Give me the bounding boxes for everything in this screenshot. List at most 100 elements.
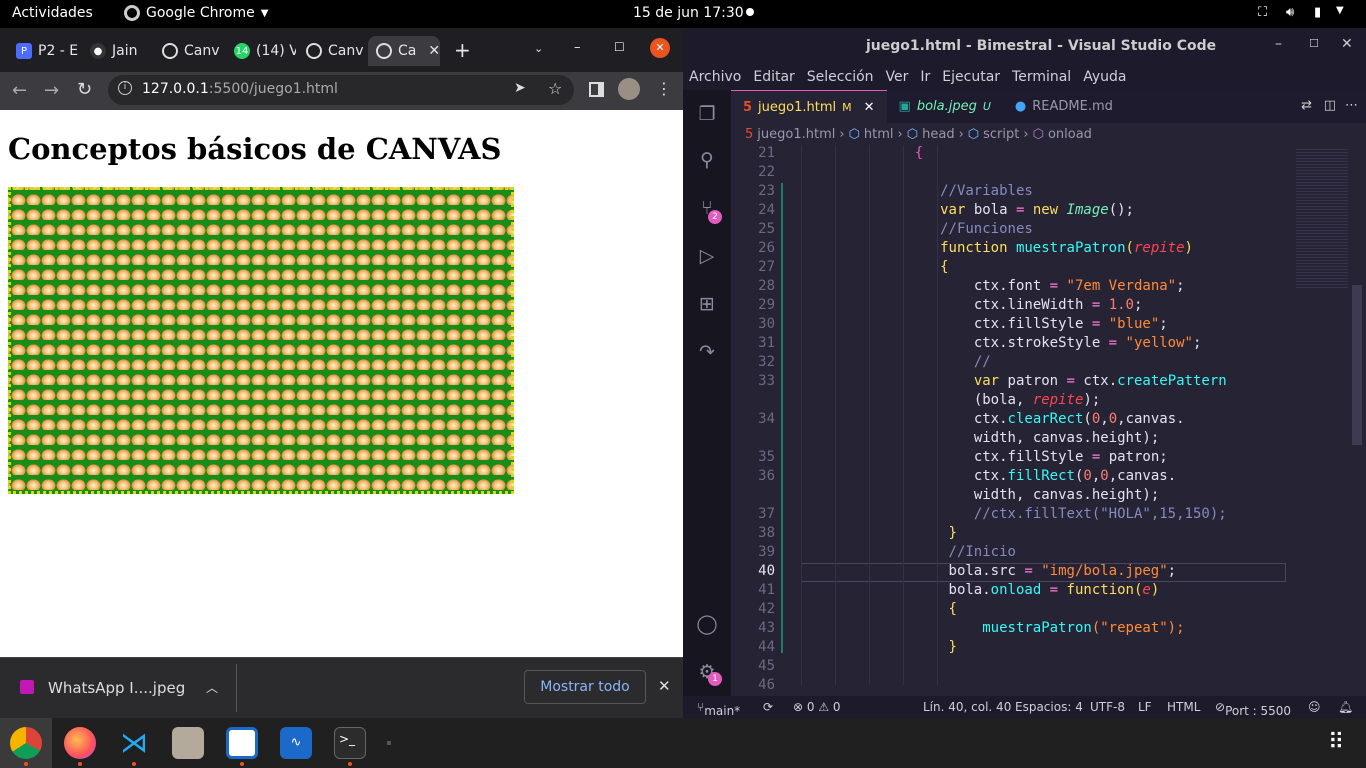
system-menu-caret-icon[interactable]: ▼ [1336,5,1344,16]
maximize-button[interactable]: ☐ [614,40,625,54]
side-panel-icon[interactable] [589,82,604,97]
site-info-icon[interactable]: i [118,81,132,95]
compare-changes-icon[interactable]: ⇄ [1301,98,1312,113]
code-line: //ctx.fillText("HOLA",15,150); [973,506,1227,522]
scrollbar-thumb[interactable] [1352,285,1362,445]
menu-bar: Archivo Editar Selección Ver Ir Ejecutar… [683,64,1366,90]
feedback-icon[interactable]: ☺ [1308,700,1321,714]
breadcrumb-item[interactable]: head [922,127,954,142]
browser-tab-2[interactable]: ● Jain [82,36,152,66]
menu-ejecutar[interactable]: Ejecutar [942,69,1000,85]
profile-avatar[interactable] [618,78,640,100]
breadcrumb-item[interactable]: script [983,127,1019,142]
reload-icon[interactable]: ↻ [77,79,92,100]
menu-ir[interactable]: Ir [920,69,930,85]
breadcrumb-item[interactable]: onload [1048,127,1092,142]
minimize-button[interactable]: – [1275,36,1282,52]
code-line: ctx.fillStyle = patron; [973,449,1168,465]
breadcrumb-item[interactable]: html [864,127,894,142]
extensions-icon[interactable]: ⊞ [695,292,719,316]
encoding[interactable]: UTF-8 [1090,700,1125,714]
terminal-dock-icon[interactable]: >_ [334,727,366,759]
git-branch[interactable]: ⑂ main* [697,700,740,718]
end-of-line[interactable]: LF [1138,700,1152,714]
menu-ayuda[interactable]: Ayuda [1083,69,1126,85]
battery-icon[interactable]: ▮ [1314,5,1321,20]
account-icon[interactable]: ◯ [695,612,719,636]
files-dock-icon[interactable] [172,727,204,759]
new-tab-button[interactable]: + [454,38,471,62]
menu-seleccion[interactable]: Selección [807,69,874,85]
sync-icon[interactable]: ⟳ [763,700,773,714]
bookmark-star-icon[interactable]: ☆ [548,79,562,98]
download-item[interactable]: WhatsApp I....jpeg [48,679,185,697]
close-window-button[interactable]: ✕ [1341,36,1353,52]
chevron-right-icon: › [839,126,845,142]
chrome-dock-icon[interactable] [10,727,42,759]
app-grid-icon[interactable]: ⠿ [1328,730,1344,755]
cursor-position[interactable]: Lín. 40, col. 40 [923,700,1011,714]
notifications-bell-icon[interactable]: 🔔︎ [1338,700,1353,714]
minimap[interactable] [1286,145,1366,696]
explorer-icon[interactable]: ❐ [695,102,719,126]
running-indicator [240,762,244,766]
menu-editar[interactable]: Editar [753,69,794,85]
show-all-button[interactable]: Mostrar todo [524,670,646,704]
tab-juego1-html[interactable]: 5 juego1.html M ✕ [731,90,887,123]
back-arrow-icon[interactable]: ← [12,80,27,101]
forward-arrow-icon[interactable]: → [44,80,59,101]
firefox-dock-icon[interactable] [64,727,96,759]
code-editor[interactable]: 21 {22 23 //Variables 24 var bola = new Image… [731,145,1286,696]
line-number: 32 [758,354,775,370]
maximize-button[interactable]: ☐ [1309,37,1319,50]
volume-icon[interactable]: 🔊︎ [1286,5,1294,20]
app-menu[interactable]: Google Chrome ▼ [124,5,268,21]
close-window-button[interactable]: ✕ [650,38,670,58]
code-line: //Variables [940,183,1033,199]
network-icon[interactable]: ⛶ [1258,5,1267,20]
vscode-titlebar: juego1.html - Bimestral - Visual Studio … [683,28,1366,64]
code-line: width, canvas.height); [973,487,1160,503]
split-editor-icon[interactable]: ◫ [1324,98,1336,113]
writer-dock-icon[interactable] [226,727,258,759]
kebab-menu-icon[interactable]: ⋮ [656,79,672,98]
symbol-icon: ⬡ [967,126,980,142]
chevron-right-icon: › [958,126,964,142]
indent-guide [937,145,938,685]
browser-tab-1[interactable]: P P2 - E [8,36,80,66]
browser-tab-4[interactable]: 14 (14) V [226,36,296,66]
close-download-bar-icon[interactable]: ✕ [658,677,671,695]
menu-terminal[interactable]: Terminal [1012,69,1071,85]
minimap-lines [1296,149,1348,289]
browser-tab-5[interactable]: Canv [298,36,368,66]
menu-ver[interactable]: Ver [886,69,909,85]
indentation[interactable]: Espacios: 4 [1015,700,1083,714]
system-monitor-dock-icon[interactable]: ∿ [280,727,312,759]
menu-archivo[interactable]: Archivo [689,69,741,85]
tab-readme-md[interactable]: ● README.md [1003,90,1125,123]
send-icon[interactable]: ➤ [514,80,526,96]
browser-tab-active[interactable]: Ca ✕ [368,36,440,66]
search-icon[interactable]: ⚲ [695,148,719,172]
close-tab-icon[interactable]: ✕ [428,43,440,59]
chevron-up-icon[interactable]: ︿ [206,679,218,696]
run-debug-icon[interactable]: ▷ [695,244,719,268]
activities-button[interactable]: Actividades [12,5,93,21]
remote-share-icon[interactable]: ↷ [695,340,719,364]
language-mode[interactable]: HTML [1167,700,1200,714]
line-number: 44 [758,639,775,655]
more-actions-icon[interactable]: ⋯ [1345,98,1358,113]
tab-bola-jpeg[interactable]: ▣ bola.jpeg U [887,90,1003,123]
browser-tab-3[interactable]: Canv [154,36,224,66]
clock[interactable]: 15 de jun 17:30 [633,5,744,21]
tab-search-chevron-down-icon[interactable]: ⌄ [534,42,543,55]
problems-count[interactable]: ⊗ 0 ⚠ 0 [793,700,841,714]
close-tab-icon[interactable]: ✕ [864,100,875,115]
minimize-button[interactable]: – [574,40,581,55]
git-modified-gutter [781,183,783,653]
vscode-dock-icon[interactable]: ⋊ [118,727,150,759]
omnibox[interactable]: i 127.0.0.1:5500/juego1.html ➤ ☆ [108,75,574,105]
line-number: 42 [758,601,775,617]
breadcrumb-item[interactable]: juego1.html [757,127,835,142]
live-server-port[interactable]: ⊘ Port : 5500 [1215,700,1291,718]
